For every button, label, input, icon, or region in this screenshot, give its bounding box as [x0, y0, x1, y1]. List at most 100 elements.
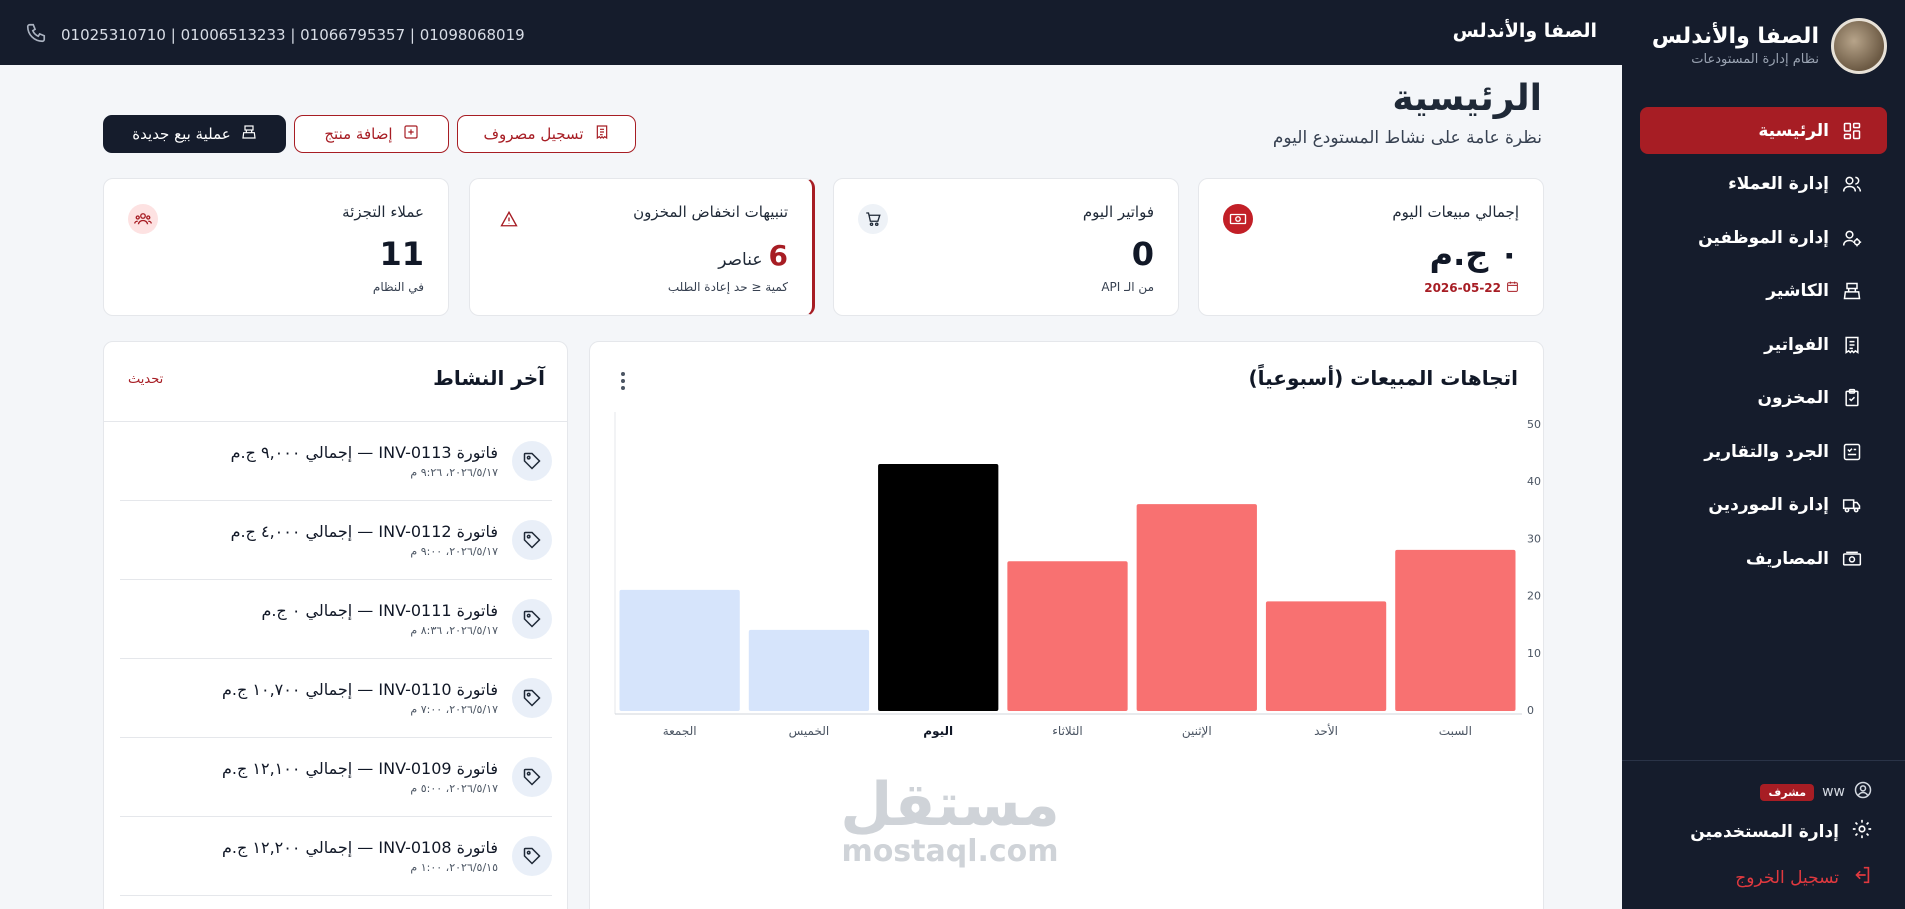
sidebar-item-inventory[interactable]: المخزون	[1640, 375, 1887, 422]
gear-icon	[1851, 818, 1873, 845]
stat-foot: من الـ API	[1101, 280, 1154, 294]
sidebar-item-cashier[interactable]: الكاشير	[1640, 268, 1887, 315]
activity-time: ٢٠٢٦/٥/١٥، ١:٠٠ م	[410, 861, 498, 874]
activity-text: فاتورة INV-0113 — إجمالي ٩,٠٠٠ ج.م	[230, 443, 498, 462]
sidebar-item-label: المخزون	[1757, 388, 1829, 408]
sidebar-item-expenses[interactable]: المصاريف	[1640, 535, 1887, 582]
current-user: ww مشرف	[1760, 780, 1873, 804]
activity-title: آخر النشاط	[433, 366, 545, 390]
stat-card-today-sales: إجمالي مبيعات اليوم ٠ ج.م 2026-05-22	[1198, 178, 1544, 316]
new-sale-label: عملية بيع جديدة	[132, 125, 231, 143]
tag-icon	[512, 757, 552, 797]
add-product-label: إضافة منتج	[324, 125, 393, 143]
stat-value: 11	[379, 235, 424, 273]
x-tick-label: اليوم	[923, 724, 953, 739]
sidebar-divider	[1622, 760, 1905, 761]
sidebar-item-label: الجرد والتقارير	[1704, 441, 1829, 462]
x-tick-label: الأحد	[1314, 723, 1338, 738]
users-icon	[1841, 173, 1863, 195]
watermark: مستقل mostaql.com	[835, 775, 1065, 867]
x-tick-label: الجمعة	[663, 724, 697, 738]
stat-title: فواتير اليوم	[1082, 203, 1154, 221]
more-vertical-icon[interactable]	[620, 372, 626, 390]
logout-label: تسجيل الخروج	[1735, 867, 1839, 888]
x-tick-label: الخميس	[789, 724, 830, 739]
stat-value: 6 عناصر	[718, 239, 788, 272]
role-badge: مشرف	[1760, 783, 1815, 801]
sidebar-item-invoices[interactable]: الفواتير	[1640, 321, 1887, 368]
quick-actions: عملية بيع جديدة إضافة منتج تسجيل مصروف	[103, 115, 636, 153]
refresh-link[interactable]: تحديث	[128, 372, 163, 387]
activity-time: ٢٠٢٦/٥/١٧، ٥:٠٠ م	[410, 782, 498, 795]
activity-text: فاتورة INV-0111 — إجمالي ٠ ج.م	[261, 601, 498, 620]
page-subtitle: نظرة عامة على نشاط المستودع اليوم	[1272, 128, 1542, 148]
tag-icon	[512, 441, 552, 481]
brand-subtitle: نظام إدارة المستودعات	[1691, 51, 1819, 67]
tag-icon	[512, 678, 552, 718]
group-icon	[128, 204, 158, 234]
activity-time: ٢٠٢٦/٥/١٧، ٩:٢٦ م	[410, 466, 498, 479]
sidebar-item-suppliers[interactable]: إدارة الموردين	[1640, 482, 1887, 529]
record-expense-button[interactable]: تسجيل مصروف	[457, 115, 636, 153]
list-item[interactable]: فاتورة INV-0113 — إجمالي ٩,٠٠٠ ج.م ٢٠٢٦/٥…	[120, 422, 552, 501]
stat-card-retail-customers: عملاء التجزئة 11 في النظام	[103, 178, 449, 316]
calendar-icon	[1506, 280, 1519, 296]
y-tick-label: 30	[1527, 532, 1541, 545]
low-stock-unit: عناصر	[718, 250, 763, 270]
stat-foot: في النظام	[372, 280, 424, 294]
brand[interactable]: الصفا والأندلس نظام إدارة المستودعات	[1652, 18, 1887, 74]
tag-icon	[512, 599, 552, 639]
list-item[interactable]: فاتورة INV-0108 — إجمالي ١٢,٢٠٠ ج.م ٢٠٢٦/…	[120, 817, 552, 896]
phone-icon	[25, 22, 47, 48]
chart-bar	[1395, 549, 1516, 711]
stat-date-text: 2026-05-22	[1424, 281, 1501, 295]
user-circle-icon	[1853, 780, 1873, 804]
top-bar: 01025310710 | 01006513233 | 01066795357 …	[0, 0, 1622, 65]
list-item[interactable]: فاتورة INV-0109 — إجمالي ١٢,١٠٠ ج.م ٢٠٢٦/…	[120, 738, 552, 817]
sidebar-item-label: الكاشير	[1766, 281, 1829, 301]
new-sale-button[interactable]: عملية بيع جديدة	[103, 115, 286, 153]
phone-numbers-text: 01025310710 | 01006513233 | 01066795357 …	[61, 26, 525, 44]
watermark-latin: mostaql.com	[841, 834, 1059, 869]
sidebar-item-employees[interactable]: إدارة الموظفين	[1640, 214, 1887, 261]
sidebar-item-label: الفواتير	[1764, 334, 1829, 355]
brand-logo	[1831, 18, 1887, 74]
money-icon	[1223, 204, 1253, 234]
sidebar-item-label: الرئيسية	[1758, 120, 1829, 141]
sales-trend-chart: 0 10 20 30 40 50 السبت الأحد الإثنين الثلاثاء اليو…	[614, 412, 1541, 739]
warning-icon	[494, 204, 524, 234]
brand-name: الصفا والأندلس	[1651, 24, 1819, 50]
receipt-icon	[1841, 334, 1863, 356]
sidebar-item-customers[interactable]: إدارة العملاء	[1640, 161, 1887, 208]
user-name: ww	[1822, 784, 1845, 800]
sales-trend-card: 0 10 20 30 40 50 السبت الأحد الإثنين الثلاثاء اليو…	[589, 341, 1544, 909]
user-gear-icon	[1841, 227, 1863, 249]
tag-icon	[512, 836, 552, 876]
x-tick-label: الثلاثاء	[1052, 724, 1082, 738]
y-tick-label: 20	[1527, 590, 1541, 603]
x-tick-label: الإثنين	[1182, 724, 1212, 739]
money-icon	[1841, 548, 1863, 570]
logout-link[interactable]: تسجيل الخروج	[1735, 864, 1873, 891]
stat-value: ٠ ج.م	[1429, 235, 1519, 273]
add-product-button[interactable]: إضافة منتج	[294, 115, 449, 153]
chart-bar	[619, 589, 740, 711]
dashboard-icon	[1841, 120, 1863, 142]
sidebar-item-dashboard[interactable]: الرئيسية	[1640, 107, 1887, 154]
activity-list: فاتورة INV-0113 — إجمالي ٩,٠٠٠ ج.م ٢٠٢٦/٥…	[120, 422, 552, 896]
stat-title: عملاء التجزئة	[342, 203, 424, 221]
y-tick-label: 50	[1527, 418, 1541, 431]
list-item[interactable]: فاتورة INV-0111 — إجمالي ٠ ج.م ٢٠٢٦/٥/١٧،…	[120, 580, 552, 659]
report-icon	[1841, 441, 1863, 463]
cart-icon	[858, 204, 888, 234]
record-expense-label: تسجيل مصروف	[483, 125, 584, 143]
list-item[interactable]: فاتورة INV-0110 — إجمالي ١٠,٧٠٠ ج.م ٢٠٢٦/…	[120, 659, 552, 738]
sidebar-item-label: إدارة الموردين	[1708, 495, 1829, 515]
sidebar-item-label: المصاريف	[1745, 548, 1829, 569]
receipt-icon	[594, 124, 610, 144]
sidebar-item-reports[interactable]: الجرد والتقارير	[1640, 428, 1887, 475]
users-management-link[interactable]: إدارة المستخدمين	[1690, 818, 1873, 845]
low-stock-count: 6	[768, 239, 788, 272]
list-item[interactable]: فاتورة INV-0112 — إجمالي ٤,٠٠٠ ج.م ٢٠٢٦/٥…	[120, 501, 552, 580]
y-tick-label: 40	[1527, 475, 1541, 488]
